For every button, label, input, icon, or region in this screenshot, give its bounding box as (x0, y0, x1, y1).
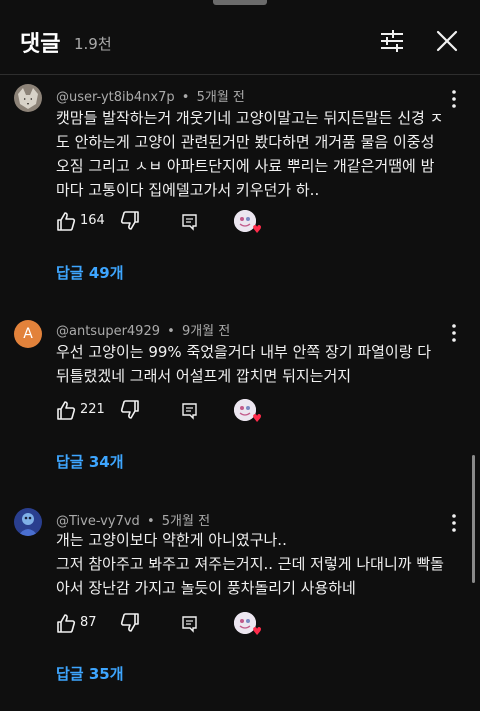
comments-header: 댓글 1.9천 (0, 0, 480, 74)
comment-text: 캣맘들 발작하는거 개웃기네 고양이말고는 뒤지든말든 신경 ㅈ 도 안하는게 … (56, 109, 444, 199)
comment-meta: @antsuper4929 • 9개월 전 (56, 320, 230, 339)
comment-text: 우선 고양이는 99% 죽었을거다 내부 안쪽 장기 파열이랑 다 뒤틀렸겠네 … (56, 343, 432, 385)
comment-actions: 164 ♥ (56, 210, 316, 236)
creator-heart-badge: ♥ (234, 210, 262, 236)
thumbs-up-icon (57, 614, 76, 633)
creator-heart-icon: ♥ (252, 625, 262, 638)
meta-separator: • (167, 324, 175, 339)
avatar[interactable] (14, 84, 42, 112)
reply-button[interactable] (180, 399, 200, 423)
sliders-icon (381, 30, 403, 52)
reply-button[interactable] (180, 612, 200, 636)
comment-reply-icon (182, 616, 197, 633)
creator-heart-badge: ♥ (234, 612, 262, 638)
comment-time[interactable]: 5개월 전 (197, 90, 245, 105)
view-replies-button[interactable]: 답글 35개 (56, 663, 124, 684)
thumbs-down-icon (120, 400, 139, 419)
comment-actions: 87 ♥ (56, 612, 316, 638)
filter-button[interactable] (377, 26, 407, 56)
wolf-avatar-image (14, 84, 42, 112)
creator-heart-badge: ♥ (234, 399, 262, 425)
comment-author[interactable]: @Tive-vy7vd (56, 514, 140, 529)
reply-button[interactable] (180, 210, 200, 234)
comment-meta: @user-yt8ib4nx7p • 5개월 전 (56, 86, 245, 105)
comment-text: 개는 고양이보다 약한게 아니였구나.. 그저 참아주고 봐주고 져주는거지..… (56, 531, 444, 597)
meta-separator: • (146, 514, 155, 529)
comment-author[interactable]: @antsuper4929 (56, 324, 160, 339)
close-icon (436, 30, 458, 52)
comment-menu-button[interactable] (446, 88, 462, 110)
comment-time[interactable]: 9개월 전 (182, 324, 230, 339)
dislike-button[interactable] (120, 612, 140, 636)
view-replies-button[interactable]: 답글 49개 (56, 262, 124, 283)
thumbs-up-icon (57, 212, 76, 231)
creator-heart-icon: ♥ (252, 223, 262, 236)
comment-actions: 221 ♥ (56, 399, 316, 425)
comment-menu-button[interactable] (446, 512, 462, 534)
like-count: 87 (80, 615, 97, 630)
comment-menu-button[interactable] (446, 322, 462, 344)
dislike-button[interactable] (120, 399, 140, 423)
view-replies-button[interactable]: 답글 34개 (56, 451, 124, 472)
like-count: 221 (80, 402, 105, 417)
like-button[interactable]: 221 (56, 399, 116, 423)
kebab-icon (452, 90, 456, 108)
comment-time[interactable]: 5개월 전 (162, 514, 210, 529)
meta-separator: • (181, 90, 190, 105)
avatar[interactable] (14, 508, 42, 536)
header-divider (0, 74, 480, 75)
thumbs-down-icon (120, 613, 139, 632)
comment-reply-icon (182, 214, 197, 231)
like-button[interactable]: 87 (56, 612, 116, 636)
comment-author[interactable]: @user-yt8ib4nx7p (56, 90, 175, 105)
comment-reply-icon (182, 403, 197, 420)
comment-count: 1.9천 (74, 35, 112, 53)
dislike-button[interactable] (120, 210, 140, 234)
kebab-icon (452, 514, 456, 532)
comment-meta: @Tive-vy7vd • 5개월 전 (56, 510, 210, 529)
thumbs-up-icon (57, 401, 76, 420)
character-avatar-image (14, 508, 42, 536)
like-count: 164 (80, 213, 105, 228)
kebab-icon (452, 324, 456, 342)
close-button[interactable] (432, 26, 462, 56)
creator-heart-icon: ♥ (252, 412, 262, 425)
avatar[interactable]: A (14, 320, 42, 348)
thumbs-down-icon (120, 211, 139, 230)
like-button[interactable]: 164 (56, 210, 116, 234)
scrollbar-thumb[interactable] (472, 455, 475, 583)
panel-title: 댓글 (20, 32, 61, 57)
